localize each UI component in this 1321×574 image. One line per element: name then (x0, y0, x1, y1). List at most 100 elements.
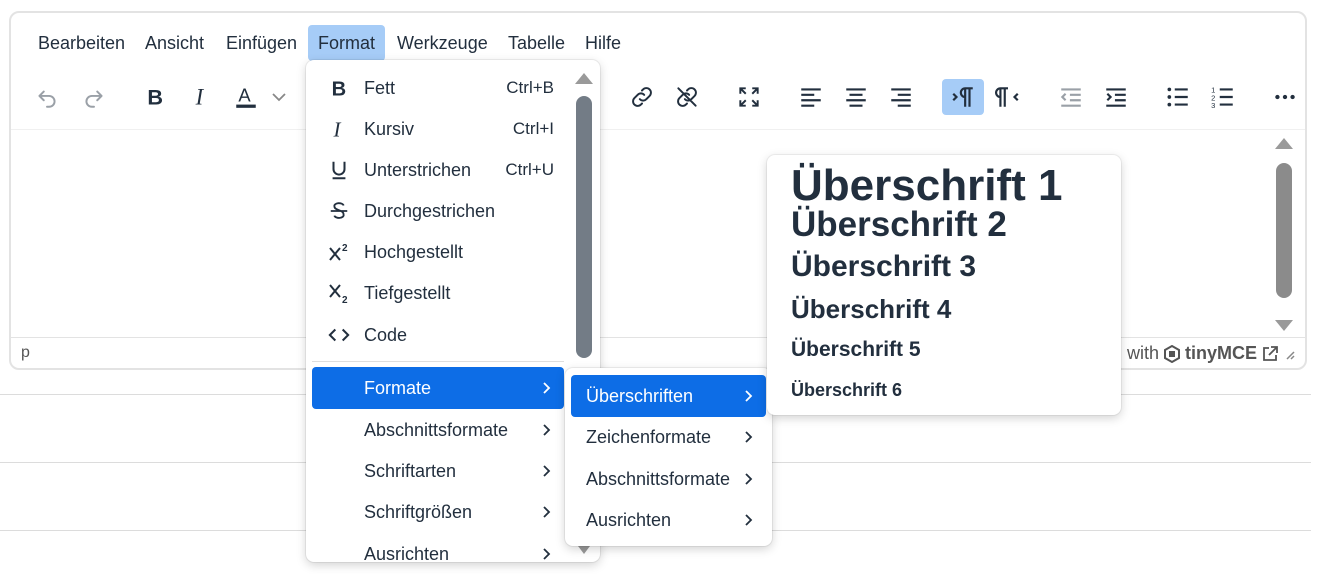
code-icon (326, 322, 352, 348)
subscript-icon: 2 (326, 280, 352, 306)
menu-item-schriftarten[interactable]: Schriftarten (312, 450, 564, 492)
element-path[interactable]: p (21, 344, 30, 362)
chevron-right-icon (745, 390, 753, 402)
menu-separator (312, 361, 564, 362)
menu-werkzeuge[interactable]: Werkzeuge (387, 25, 498, 61)
menu-item-durchgestrichen[interactable]: Durchgestrichen (312, 190, 564, 232)
menu-item-heading-1[interactable]: Überschrift 1 (791, 161, 1062, 211)
scroll-thumb[interactable] (1276, 163, 1292, 298)
menu-item-abschnittsformate[interactable]: Abschnittsformate (571, 458, 766, 500)
menu-item-label: Schriftgrößen (364, 501, 473, 522)
menu-item-heading-4[interactable]: Überschrift 4 (791, 294, 951, 325)
align-left-icon (801, 88, 821, 107)
menu-item-kursiv[interactable]: I Kursiv Ctrl+I (312, 108, 564, 150)
fullscreen-icon (739, 87, 759, 107)
menu-item-heading-2[interactable]: Überschrift 2 (791, 205, 1007, 245)
menu-format[interactable]: Format (308, 25, 386, 61)
menu-hilfe[interactable]: Hilfe (575, 25, 631, 61)
align-right-icon (891, 88, 911, 107)
svg-text:I: I (195, 85, 205, 110)
resize-handle-icon[interactable] (1283, 348, 1295, 360)
menu-item-schriftgroessen[interactable]: Schriftgrößen (312, 491, 564, 533)
external-link-icon (1263, 345, 1278, 361)
text-color-button[interactable]: A (225, 79, 267, 115)
scroll-down-icon[interactable] (578, 546, 590, 554)
unlink-button[interactable] (666, 79, 708, 115)
menu-item-zeichenformate[interactable]: Zeichenformate (571, 416, 766, 458)
menu-item-tiefgestellt[interactable]: 2 Tiefgestellt (312, 272, 564, 314)
formate-submenu: Überschriften Zeichenformate Abschnittsf… (565, 368, 772, 546)
chevron-right-icon (543, 506, 551, 518)
headings-submenu: Überschrift 1 Überschrift 2 Überschrift … (767, 155, 1121, 415)
scroll-thumb[interactable] (576, 96, 592, 358)
menu-ansicht[interactable]: Ansicht (135, 25, 214, 61)
svg-text:2: 2 (342, 295, 348, 305)
align-left-button[interactable] (790, 79, 832, 115)
chevron-down-icon (272, 93, 286, 102)
superscript-icon: 2 (326, 239, 352, 265)
bold-icon: B (147, 85, 163, 110)
strikethrough-icon (326, 198, 352, 224)
scroll-up-icon[interactable] (1275, 138, 1293, 149)
menu-einfuegen[interactable]: Einfügen (216, 25, 307, 61)
svg-text:A: A (238, 84, 251, 105)
bold-button[interactable]: B (134, 79, 176, 115)
scroll-up-icon[interactable] (575, 73, 593, 84)
menu-bearbeiten[interactable]: Bearbeiten (28, 25, 135, 61)
menu-item-formate[interactable]: Formate (312, 367, 564, 409)
undo-icon (38, 90, 56, 108)
menu-tabelle[interactable]: Tabelle (498, 25, 575, 61)
menu-item-heading-6[interactable]: Überschrift 6 (791, 380, 902, 401)
numbered-list-button[interactable]: 123 (1202, 79, 1244, 115)
menu-item-unterstrichen[interactable]: Unterstrichen Ctrl+U (312, 149, 564, 191)
menu-item-label: Fett (364, 77, 396, 98)
rtl-button[interactable] (987, 79, 1029, 115)
redo-button[interactable] (73, 79, 115, 115)
italic-icon: I (326, 116, 352, 142)
menu-item-heading-3[interactable]: Überschrift 3 (791, 250, 976, 284)
menu-item-label: Durchgestrichen (364, 200, 496, 221)
shortcut: Ctrl+U (505, 160, 554, 179)
content-scrollbar[interactable] (1273, 133, 1295, 338)
menu-item-ausrichten[interactable]: Ausrichten (571, 499, 766, 541)
scroll-down-icon[interactable] (1275, 320, 1293, 331)
link-icon (632, 87, 652, 107)
menu-item-code[interactable]: Code (312, 314, 564, 356)
svg-text:B: B (147, 85, 163, 110)
bullet-list-button[interactable] (1157, 79, 1199, 115)
italic-button[interactable]: I (180, 79, 222, 115)
ltr-button[interactable] (942, 79, 984, 115)
menu-item-label: Kursiv (364, 118, 415, 139)
menu-item-ueberschriften[interactable]: Überschriften (571, 375, 766, 417)
link-button[interactable] (621, 79, 663, 115)
svg-text:I: I (333, 118, 342, 140)
align-center-icon (846, 88, 866, 107)
indent-button[interactable] (1095, 79, 1137, 115)
text-color-dropdown[interactable] (267, 79, 291, 115)
more-button[interactable] (1264, 79, 1305, 115)
underline-icon (326, 157, 352, 183)
chevron-right-icon (543, 465, 551, 477)
tinymce-logo-icon (1164, 344, 1180, 363)
menu-item-hochgestellt[interactable]: 2 Hochgestellt (312, 231, 564, 273)
menu-item-ausrichten[interactable]: Ausrichten (312, 533, 564, 562)
undo-button[interactable] (26, 79, 68, 115)
redo-icon (85, 90, 103, 108)
menu-item-abschnittsformate[interactable]: Abschnittsformate (312, 409, 564, 451)
menu-item-label: Schriftarten (364, 460, 457, 481)
menu-item-fett[interactable]: B Fett Ctrl+B (312, 67, 564, 109)
powered-by[interactable]: d with tinyMCE (1112, 343, 1295, 364)
brand-name: tinyMCE (1185, 343, 1257, 363)
menu-item-label: Hochgestellt (364, 241, 464, 262)
menu-item-label: Code (364, 324, 408, 345)
chevron-right-icon (745, 473, 753, 485)
menu-item-heading-5[interactable]: Überschrift 5 (791, 338, 921, 362)
fullscreen-button[interactable] (728, 79, 770, 115)
format-menu: B Fett Ctrl+B I Kursiv Ctrl+I Unterstric… (306, 60, 600, 562)
chevron-right-icon (745, 431, 753, 443)
align-center-button[interactable] (835, 79, 877, 115)
align-right-button[interactable] (880, 79, 922, 115)
chevron-right-icon (543, 548, 551, 560)
menubar: Bearbeiten Ansicht Einfügen Format Werkz… (11, 13, 1305, 73)
outdent-button[interactable] (1050, 79, 1092, 115)
